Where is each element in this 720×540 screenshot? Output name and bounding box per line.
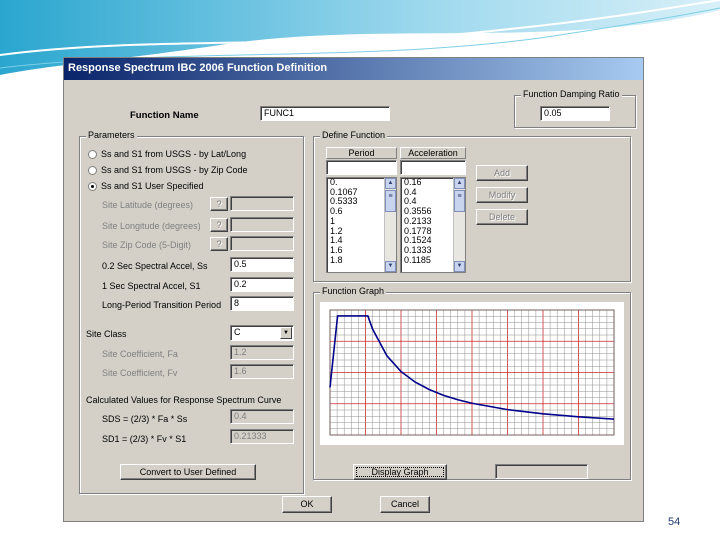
ok-button[interactable]: OK — [282, 496, 332, 513]
acceleration-scrollbar[interactable]: ▲ ≡ ▼ — [453, 178, 465, 272]
period-scrollbar[interactable]: ▲ ≡ ▼ — [384, 178, 396, 272]
damping-legend: Function Damping Ratio — [521, 89, 622, 99]
radio-user-specified-label[interactable]: Ss and S1 User Specified — [101, 181, 204, 191]
ss-input[interactable]: 0.5 — [230, 257, 294, 272]
function-graph-plot — [320, 302, 624, 445]
parameters-legend: Parameters — [86, 130, 137, 140]
longitude-help-button[interactable]: ? — [210, 218, 228, 232]
site-class-value: C — [234, 327, 241, 337]
sd1-label: SD1 = (2/3) * Fv * S1 — [102, 434, 187, 444]
fv-label: Site Coefficient, Fv — [102, 368, 178, 378]
radio-user-specified[interactable] — [88, 182, 97, 191]
function-name-label: Function Name — [130, 110, 199, 121]
chevron-down-icon[interactable]: ▼ — [280, 327, 292, 339]
site-class-select[interactable]: C ▼ — [230, 325, 294, 341]
acceleration-list[interactable]: 0.16 0.4 0.4 0.3556 0.2133 0.1778 0.1524 0.1333… — [400, 177, 466, 273]
fv-input[interactable]: 1.6 — [230, 364, 294, 379]
period-list[interactable]: 0. 0.1067 0.5333 0.6 1 1.2 1.4 1.6 1.8 ▲ ≡ ▼ — [326, 177, 397, 273]
period-column-header: Period — [326, 147, 397, 159]
scroll-down-icon[interactable]: ▼ — [385, 261, 396, 272]
add-button[interactable]: Add — [476, 165, 528, 181]
scroll-down-icon[interactable]: ▼ — [454, 261, 465, 272]
site-longitude-input[interactable] — [230, 217, 294, 232]
latitude-help-button[interactable]: ? — [210, 197, 228, 211]
site-latitude-input[interactable] — [230, 196, 294, 211]
scroll-up-icon[interactable]: ▲ — [454, 178, 465, 189]
acceleration-column-header: Acceleration — [400, 147, 466, 159]
function-name-input[interactable]: FUNC1 — [260, 106, 390, 121]
parameters-group: Parameters Ss and S1 from USGS - by Lat/… — [79, 130, 304, 494]
site-latitude-label: Site Latitude (degrees) — [102, 200, 194, 210]
radio-usgs-latlong-label[interactable]: Ss and S1 from USGS - by Lat/Long — [101, 149, 246, 159]
display-graph-button[interactable]: Display Graph — [353, 464, 447, 480]
calculated-values-heading: Calculated Values for Response Spectrum … — [86, 395, 282, 405]
zip-help-button[interactable]: ? — [210, 237, 228, 251]
site-class-label: Site Class — [86, 329, 127, 339]
modify-button[interactable]: Modify — [476, 187, 528, 203]
fa-input[interactable]: 1.2 — [230, 345, 294, 360]
damping-ratio-input[interactable]: 0.05 — [540, 106, 610, 121]
define-function-legend: Define Function — [320, 130, 388, 140]
radio-usgs-zip-label[interactable]: Ss and S1 from USGS - by Zip Code — [101, 165, 248, 175]
acceleration-input[interactable] — [400, 160, 466, 175]
tl-label: Long-Period Transition Period — [102, 300, 222, 310]
scroll-thumb[interactable]: ≡ — [454, 190, 465, 212]
slide-page-number: 54 — [668, 516, 681, 528]
ss-label: 0.2 Sec Spectral Accel, Ss — [102, 261, 208, 271]
site-zip-label: Site Zip Code (5-Digit) — [102, 240, 192, 250]
fa-label: Site Coefficient, Fa — [102, 349, 178, 359]
s1-label: 1 Sec Spectral Accel, S1 — [102, 281, 201, 291]
tl-input[interactable]: 8 — [230, 296, 294, 311]
dialog-title: Response Spectrum IBC 2006 Function Defi… — [68, 62, 328, 74]
sds-value: 0.4 — [230, 409, 294, 424]
scroll-up-icon[interactable]: ▲ — [385, 178, 396, 189]
dialog-title-bar[interactable]: Response Spectrum IBC 2006 Function Defi… — [64, 58, 643, 80]
damping-group: Function Damping Ratio 0.05 — [514, 89, 636, 128]
s1-input[interactable]: 0.2 — [230, 277, 294, 292]
delete-button[interactable]: Delete — [476, 209, 528, 225]
define-function-group: Define Function Period Acceleration 0. 0.… — [313, 130, 631, 282]
response-spectrum-dialog: Response Spectrum IBC 2006 Function Defi… — [63, 57, 644, 522]
function-graph-legend: Function Graph — [320, 286, 387, 296]
sds-label: SDS = (2/3) * Fa * Ss — [102, 414, 188, 424]
function-graph-group: Function Graph — [313, 286, 631, 480]
cancel-button[interactable]: Cancel — [380, 496, 430, 513]
radio-usgs-latlong[interactable] — [88, 150, 97, 159]
site-longitude-label: Site Longitude (degrees) — [102, 221, 201, 231]
sd1-value: 0.21333 — [230, 429, 294, 444]
site-zip-input[interactable] — [230, 236, 294, 251]
convert-to-user-defined-button[interactable]: Convert to User Defined — [120, 464, 256, 480]
radio-usgs-zip[interactable] — [88, 166, 97, 175]
scroll-thumb[interactable]: ≡ — [385, 190, 396, 212]
graph-coordinate-display — [495, 464, 588, 479]
period-input[interactable] — [326, 160, 397, 175]
